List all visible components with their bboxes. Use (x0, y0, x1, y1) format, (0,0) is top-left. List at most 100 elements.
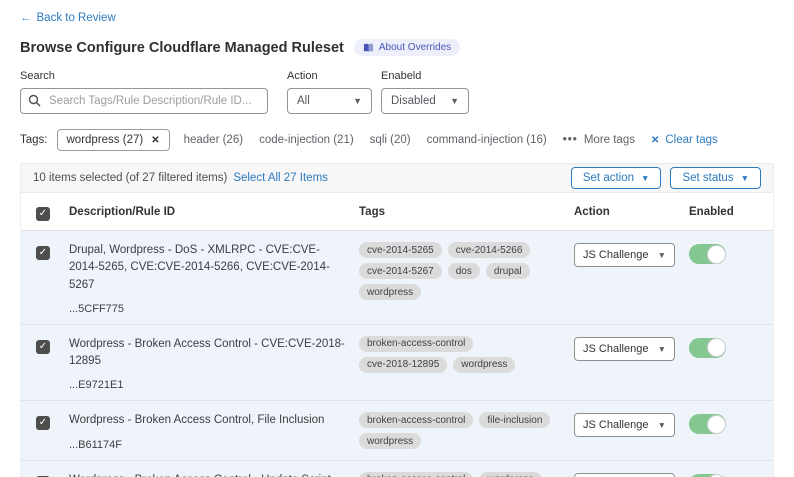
toggle-knob (707, 415, 726, 434)
row-action-select[interactable]: JS Challenge ▼ (574, 337, 675, 361)
column-header-action: Action (574, 206, 689, 218)
row-tags: broken-access-control file-inclusion wordp… (359, 412, 564, 449)
row-action-select[interactable]: JS Challenge ▼ (574, 413, 675, 437)
tag-pill: broken-access-control (359, 472, 473, 477)
row-rule-id: ...5CFF775 (69, 303, 345, 315)
row-tags: broken-access-control cve-2018-12895 wordp… (359, 336, 564, 373)
tags-bar-label: Tags: (20, 134, 48, 146)
action-filter-select[interactable]: All ▼ (287, 88, 372, 114)
action-filter-value: All (297, 95, 310, 107)
back-link-label: Back to Review (37, 12, 116, 24)
table-row: ✓ Wordpress - Broken Access Control, Fil… (21, 400, 773, 459)
row-checkbox[interactable]: ✓ (36, 340, 50, 354)
table-row: ✓ Wordpress - Broken Access Control - CV… (21, 324, 773, 401)
row-description: Wordpress - Broken Access Control - Upda… (69, 472, 345, 477)
chevron-down-icon: ▼ (641, 173, 649, 183)
toggle-knob (707, 338, 726, 357)
chevron-down-icon: ▼ (450, 96, 459, 106)
about-overrides-badge[interactable]: About Overrides (354, 39, 460, 56)
enabled-filter-value: Disabled (391, 95, 436, 107)
filter-tag[interactable]: code-injection (21) (259, 134, 354, 146)
selected-tag-chip[interactable]: wordpress (27) ✕ (57, 129, 170, 151)
chevron-down-icon: ▼ (658, 250, 666, 260)
search-icon (28, 94, 41, 112)
about-badge-label: About Overrides (379, 42, 451, 53)
tag-pill: wordpress (359, 433, 421, 449)
close-icon: ✕ (651, 135, 659, 146)
row-enabled-toggle[interactable] (689, 474, 726, 477)
more-tags-button[interactable]: ••• More tags (563, 134, 635, 146)
enabled-filter-group: Enabeld Disabled ▼ (381, 70, 469, 114)
rules-table: ✓ Description/Rule ID Tags Action Enable… (20, 193, 774, 477)
page-content: ← Back to Review Browse Configure Cloudf… (0, 0, 794, 477)
column-header-enabled: Enabled (689, 206, 773, 218)
filter-tag[interactable]: header (26) (184, 134, 243, 146)
row-enabled-toggle[interactable] (689, 244, 726, 264)
more-tags-label: More tags (584, 134, 635, 146)
table-row: ✓ Wordpress - Broken Access Control - Up… (21, 460, 773, 477)
tag-pill: drupal (486, 263, 530, 279)
row-description: Drupal, Wordpress - DoS - XMLRPC - CVE:C… (69, 242, 345, 294)
row-checkbox[interactable]: ✓ (36, 416, 50, 430)
clear-tags-label: Clear tags (665, 134, 717, 146)
row-action-value: JS Challenge (583, 419, 648, 431)
row-action-value: JS Challenge (583, 249, 648, 261)
row-enabled-toggle[interactable] (689, 414, 726, 434)
row-tags: broken-access-control wordpress (359, 472, 564, 477)
search-group: Search (20, 70, 268, 114)
chevron-down-icon: ▼ (658, 420, 666, 430)
book-icon (363, 43, 374, 53)
row-tags: cve-2014-5265 cve-2014-5266 cve-2014-5267 d… (359, 242, 564, 300)
row-action-select[interactable]: JS Challenge ▼ (574, 243, 675, 267)
back-arrow-icon: ← (20, 12, 32, 24)
tag-pill: cve-2014-5267 (359, 263, 442, 279)
set-status-label: Set status (682, 172, 733, 184)
remove-tag-icon[interactable]: ✕ (151, 135, 159, 146)
page-title: Browse Configure Cloudflare Managed Rule… (20, 40, 344, 56)
select-all-link[interactable]: Select All 27 Items (233, 172, 328, 184)
title-row: Browse Configure Cloudflare Managed Rule… (20, 39, 774, 56)
tag-pill: cve-2014-5265 (359, 242, 442, 258)
selection-summary: 10 items selected (of 27 filtered items) (33, 172, 227, 184)
table-row: ✓ Drupal, Wordpress - DoS - XMLRPC - CVE… (21, 230, 773, 324)
tag-pill: broken-access-control (359, 336, 473, 352)
row-checkbox[interactable]: ✓ (36, 246, 50, 260)
select-all-checkbox[interactable]: ✓ (36, 207, 50, 221)
selected-tag-label: wordpress (27) (67, 134, 144, 146)
bulk-action-buttons: Set action ▼ Set status ▼ (571, 167, 761, 189)
tag-pill: file-inclusion (479, 412, 550, 428)
row-enabled-toggle[interactable] (689, 338, 726, 358)
table-body: ✓ Drupal, Wordpress - DoS - XMLRPC - CVE… (21, 230, 773, 477)
column-header-description: Description/Rule ID (69, 206, 359, 218)
enabled-filter-select[interactable]: Disabled ▼ (381, 88, 469, 114)
ellipsis-icon: ••• (563, 134, 578, 146)
clear-tags-button[interactable]: ✕ Clear tags (651, 134, 718, 146)
tag-pill: dos (448, 263, 480, 279)
tag-pill: wordpress (479, 472, 541, 477)
tag-pill: wordpress (453, 357, 515, 373)
filters-row: Search Action All ▼ Enabeld Disabl (20, 70, 774, 114)
row-rule-id: ...B61174F (69, 439, 345, 451)
tags-bar: Tags: wordpress (27) ✕ header (26) code-i… (20, 129, 774, 151)
tag-pill: cve-2014-5266 (448, 242, 531, 258)
filter-tag[interactable]: command-injection (16) (427, 134, 547, 146)
tag-pill: broken-access-control (359, 412, 473, 428)
tag-pill: cve-2018-12895 (359, 357, 447, 373)
search-field-wrap (20, 88, 268, 114)
enabled-label: Enabeld (381, 70, 469, 82)
back-to-review-link[interactable]: ← Back to Review (20, 12, 116, 24)
set-status-button[interactable]: Set status ▼ (670, 167, 761, 189)
filter-tag[interactable]: sqli (20) (370, 134, 411, 146)
row-action-select[interactable]: JS Challenge ▼ (574, 473, 675, 477)
chevron-down-icon: ▼ (658, 344, 666, 354)
search-input[interactable] (20, 88, 268, 114)
set-action-button[interactable]: Set action ▼ (571, 167, 662, 189)
search-label: Search (20, 70, 268, 82)
row-description: Wordpress - Broken Access Control - CVE:… (69, 336, 345, 371)
set-action-label: Set action (583, 172, 634, 184)
column-header-tags: Tags (359, 206, 574, 218)
action-label: Action (287, 70, 372, 82)
chevron-down-icon: ▼ (353, 96, 362, 106)
toggle-knob (707, 245, 726, 264)
row-rule-id: ...E9721E1 (69, 379, 345, 391)
